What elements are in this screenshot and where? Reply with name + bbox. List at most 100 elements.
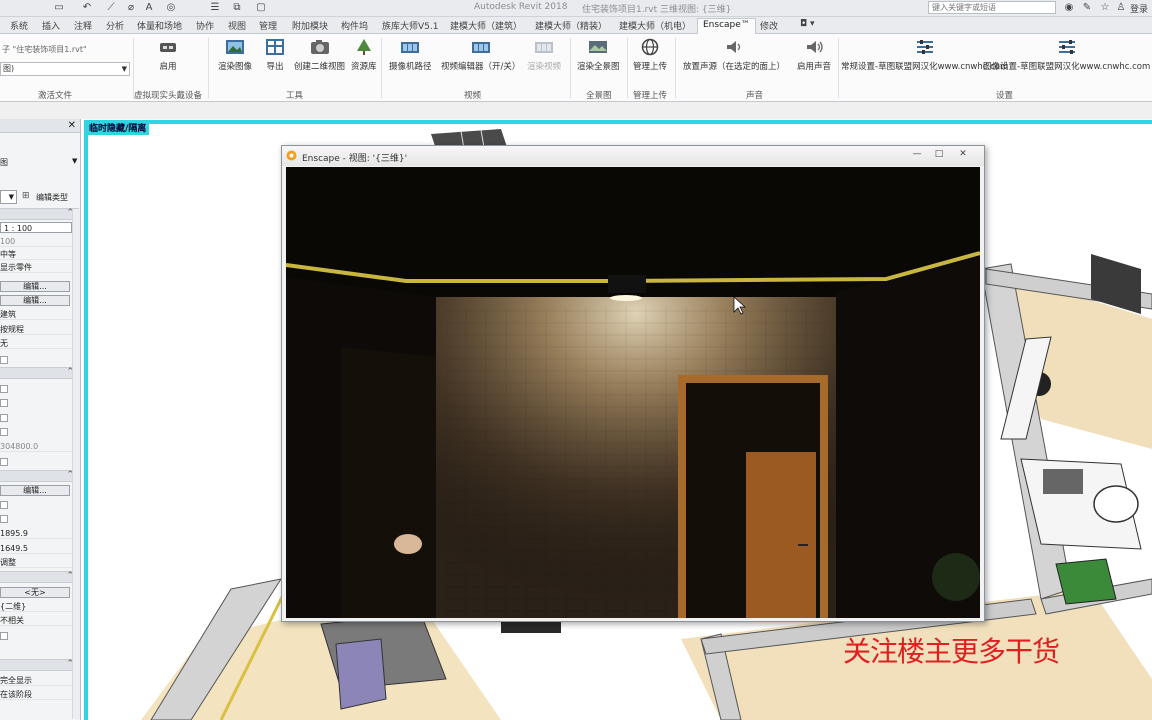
tab-view[interactable]: 视图 (228, 19, 246, 32)
tab-model-master-arch[interactable]: 建模大师（建筑） (450, 19, 522, 32)
perspective-checkbox[interactable] (0, 515, 8, 523)
active-file-select[interactable]: 图) ▼ (0, 62, 130, 76)
target-elevation[interactable]: 1649.5 (0, 543, 72, 554)
default-analysis[interactable]: 无 (0, 338, 72, 349)
render-image-button[interactable]: 渲染图像 (218, 38, 252, 72)
section-extents[interactable]: ⌃ (0, 367, 79, 379)
crop-region-visible-checkbox[interactable] (0, 399, 8, 407)
enscape-window[interactable]: Enscape - 视图: '{三维}' — □ ✕ (281, 145, 985, 622)
view-name[interactable]: {二维} (0, 601, 72, 612)
tab-annotate[interactable]: 注释 (74, 19, 92, 32)
chevron-down-icon: ▼ (121, 65, 127, 73)
favorites-icon[interactable]: ☆ (1098, 1, 1112, 15)
eye-elevation[interactable]: 1895.9 (0, 528, 72, 539)
tab-overflow[interactable]: ◘ ▾ (800, 19, 815, 29)
tab-collaborate[interactable]: 协作 (196, 19, 214, 32)
sign-in-label[interactable]: 登录 (1130, 2, 1148, 15)
export-button[interactable]: 导出 (265, 38, 285, 72)
undo-icon[interactable]: ↶ (80, 1, 94, 15)
tab-manage[interactable]: 管理 (259, 19, 277, 32)
panel-label-linked-files: 激活文件 (38, 91, 73, 101)
panel-label-panorama: 全景图 (586, 91, 612, 101)
left-column (341, 347, 436, 618)
enscape-render-view[interactable] (286, 167, 980, 618)
annotation-crop-checkbox[interactable] (0, 414, 8, 422)
properties-scrollbar[interactable] (72, 209, 80, 719)
section-box-checkbox[interactable] (0, 458, 8, 466)
section-phasing[interactable]: ⌃ (0, 659, 79, 671)
panel-separator (381, 38, 382, 98)
video-editor-button[interactable]: 视频编辑器（开/关） (441, 38, 520, 72)
tab-massing[interactable]: 体量和场地 (137, 19, 182, 32)
tab-model-master-interior[interactable]: 建模大师（精装） (535, 19, 607, 32)
render-panorama-button[interactable]: 渲染全景图 (577, 38, 620, 72)
checkbox[interactable] (0, 356, 8, 364)
parts-visibility[interactable]: 显示零件 (0, 262, 72, 273)
edit-type-button[interactable]: 编辑类型 (36, 192, 68, 203)
tab-modify[interactable]: 修改 (760, 19, 778, 32)
panel-label-tools: 工具 (286, 91, 304, 101)
save-icon[interactable]: ▭ (52, 1, 66, 15)
user-icon[interactable]: ♙ (1114, 1, 1128, 15)
crop-view-checkbox[interactable] (0, 385, 8, 393)
locked-orientation-checkbox[interactable] (0, 501, 8, 509)
tab-addins[interactable]: 附加模块 (292, 19, 328, 32)
title-bar: ▭ ↶ ⟋ ⌀ A ◎ ☰ ⧉ ▢ Autodesk Revit 2018 住宅… (0, 0, 1152, 17)
panorama-icon (589, 41, 608, 53)
help-search-input[interactable]: 键入关键字或短语 (928, 1, 1056, 14)
discipline[interactable]: 建筑 (0, 309, 72, 320)
section-camera[interactable]: ⌃ (0, 470, 79, 482)
render-video-label: 渲染视频 (527, 62, 562, 72)
close-icon[interactable]: ✕ (68, 120, 76, 131)
image-settings-button[interactable]: 图像设置-草图联盟网汉化www.cnwhc.com (983, 38, 1150, 72)
resource-lib-button[interactable]: 资源库 (351, 38, 377, 72)
thin-lines-icon[interactable]: ☰ (208, 1, 222, 15)
vg-overrides-edit-button[interactable]: 编辑... (0, 281, 70, 292)
tab-analyze[interactable]: 分析 (106, 19, 124, 32)
tab-component-dock[interactable]: 构件坞 (341, 19, 368, 32)
camera-position[interactable]: 调整 (0, 557, 72, 568)
detail-level[interactable]: 中等 (0, 249, 72, 260)
subscription-icon[interactable]: ✎ (1080, 1, 1094, 15)
show-hidden-lines[interactable]: 按规程 (0, 324, 72, 335)
binoculars-icon[interactable]: ◉ (1062, 1, 1076, 15)
camera-path-button[interactable]: 摄像机路径 (389, 38, 432, 72)
enable-sound-button[interactable]: 启用声音 (797, 38, 831, 72)
close-button[interactable]: ✕ (952, 148, 974, 160)
type-select[interactable]: ▼ (0, 190, 17, 204)
minimize-button[interactable]: — (906, 148, 928, 160)
tab-family-master[interactable]: 族库大师V5.1 (382, 19, 438, 32)
view-scale-field[interactable]: 1 : 100 (0, 222, 72, 233)
tab-model-master-mep[interactable]: 建模大师（机电） (619, 19, 691, 32)
tab-insert[interactable]: 插入 (42, 19, 60, 32)
scale-value: 100 (0, 236, 72, 247)
create-2d-view-button[interactable]: 创建二维视图 (294, 38, 345, 72)
manage-upload-button[interactable]: 管理上传 (633, 38, 667, 72)
close-hidden-icon[interactable]: ⧉ (230, 1, 244, 15)
far-clip-checkbox[interactable] (0, 428, 8, 436)
maximize-button[interactable]: □ (928, 148, 950, 160)
section-identity[interactable]: ⌃ (0, 571, 79, 583)
render-settings-edit-button[interactable]: 编辑... (0, 485, 70, 496)
phase[interactable]: 在该阶段 (0, 689, 72, 700)
active-file-value: 图) (3, 64, 15, 73)
settings-sliders-icon (916, 40, 933, 54)
tab-system[interactable]: 系统 (10, 19, 28, 32)
view-template-button[interactable]: <无> (0, 587, 70, 598)
measure-icon[interactable]: ⟋ (104, 1, 118, 15)
render-video-button[interactable]: 渲染视频 (527, 38, 561, 72)
enscape-titlebar[interactable]: Enscape - 视图: '{三维}' — □ ✕ (282, 146, 984, 166)
tab-enscape[interactable]: Enscape™ (697, 18, 756, 34)
chevron-down-icon[interactable]: ▼ (72, 157, 77, 165)
3d-view-icon[interactable]: ◎ (164, 1, 178, 15)
start-button[interactable]: 启用 (158, 38, 178, 72)
place-sound-source-button[interactable]: 放置声源（在选定的面上） (683, 38, 785, 72)
checkbox[interactable] (0, 632, 8, 640)
enscape-logo-icon (286, 150, 297, 161)
text-icon[interactable]: A (142, 1, 156, 15)
phase-filter[interactable]: 完全显示 (0, 675, 72, 686)
section-graphics[interactable]: ⌃ (0, 208, 79, 220)
switch-windows-icon[interactable]: ▢ (254, 1, 268, 15)
graphic-display-edit-button[interactable]: 编辑... (0, 295, 70, 306)
dimension-icon[interactable]: ⌀ (124, 1, 138, 15)
